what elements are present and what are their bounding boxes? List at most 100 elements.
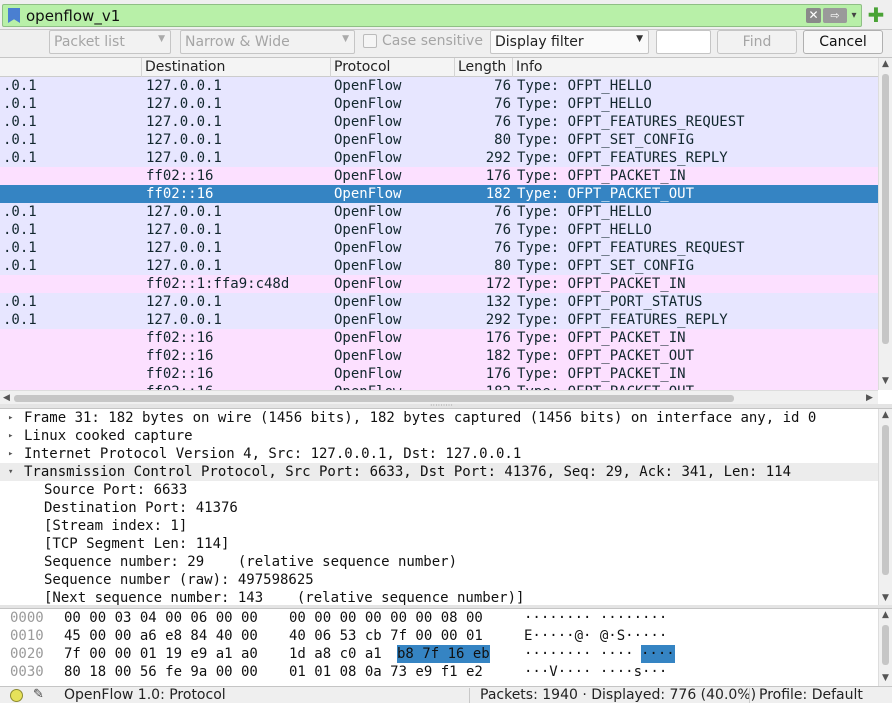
cell-length: 76	[494, 204, 511, 220]
details-tree-item[interactable]: ▾ Transmission Control Protocol, Src Port…	[0, 463, 892, 481]
cell-destination: 127.0.0.1	[146, 240, 222, 256]
hexdump-ascii: ···V···· ····s···	[524, 664, 668, 680]
filter-bookmark-icon[interactable]	[8, 8, 20, 23]
case-sensitive-checkbox[interactable]	[363, 34, 377, 48]
table-row[interactable]: ff02::16 OpenFlow 182 Type: OFPT_PACKET_OUT	[0, 347, 878, 365]
details-tree-item[interactable]: Sequence number: 29 (relative sequence n…	[0, 553, 892, 571]
hexdump-ascii: ········ ····	[524, 646, 634, 662]
table-row[interactable]: ff02::1:ffa9:c48d OpenFlow 172 Type: OFPT_P…	[0, 275, 878, 293]
table-row[interactable]: .0.1 127.0.0.1 OpenFlow 292 Type: OFPT_FEATU…	[0, 149, 878, 167]
scroll-up-icon[interactable]: ▲	[882, 610, 889, 620]
details-tree-item-label: Sequence number (raw): 497598625	[44, 572, 314, 588]
cell-length: 172	[485, 276, 511, 292]
scrollbar-thumb[interactable]	[882, 74, 889, 344]
cell-length: 132	[485, 294, 511, 310]
details-tree-item-label: [Next sequence number: 143 (relative seq…	[44, 590, 525, 605]
recent-filters-dropdown-icon[interactable]: ▾	[848, 7, 860, 24]
expander-closed-icon[interactable]: ▸	[8, 427, 13, 445]
details-tree-item-label: Source Port: 6633	[44, 482, 188, 498]
search-in-select[interactable]: Packet list ▼	[49, 30, 171, 54]
cell-info: Type: OFPT_PACKET_OUT	[517, 186, 695, 202]
search-type-select[interactable]: Display filter ▼	[490, 30, 649, 54]
status-profile[interactable]: Profile: Default	[759, 687, 863, 703]
table-row[interactable]: .0.1 127.0.0.1 OpenFlow 132 Type: OFPT_PORT_…	[0, 293, 878, 311]
cell-protocol: OpenFlow	[334, 240, 402, 256]
find-search-input[interactable]	[656, 30, 711, 54]
scroll-up-icon[interactable]: ▲	[882, 410, 889, 420]
expander-closed-icon[interactable]: ▸	[8, 445, 13, 463]
hexdump-bytes: 00 00 00 00 00 00 08 00	[289, 610, 483, 626]
cell-destination: 127.0.0.1	[146, 258, 222, 274]
status-divider	[469, 688, 470, 703]
hexdump-row[interactable]: 0030 80 18 00 56 fe 9a 00 00 01 01 08 0a 7…	[0, 663, 892, 681]
table-row[interactable]: ff02::16 OpenFlow 176 Type: OFPT_PACKET_IN	[0, 365, 878, 383]
table-row[interactable]: .0.1 127.0.0.1 OpenFlow 76 Type: OFPT_FEATUR…	[0, 239, 878, 257]
hexdump-row[interactable]: 0010 45 00 00 a6 e8 84 40 00 40 06 53 cb 7…	[0, 627, 892, 645]
scroll-down-icon[interactable]: ▼	[882, 593, 889, 603]
cell-protocol: OpenFlow	[334, 258, 402, 274]
details-tree-item[interactable]: [Next sequence number: 143 (relative seq…	[0, 589, 892, 605]
column-header-source[interactable]	[0, 58, 142, 77]
add-filter-button-icon[interactable]: ✚	[866, 5, 886, 25]
table-row[interactable]: .0.1 127.0.0.1 OpenFlow 80 Type: OFPT_SET_CO…	[0, 257, 878, 275]
cell-destination: 127.0.0.1	[146, 294, 222, 310]
column-header-protocol[interactable]: Protocol	[331, 58, 455, 77]
details-tree-item[interactable]: Sequence number (raw): 497598625	[0, 571, 892, 589]
table-row-selected[interactable]: ff02::16 OpenFlow 182 Type: OFPT_PACKET_OUT	[0, 185, 878, 203]
cell-source: .0.1	[3, 132, 37, 148]
table-row[interactable]: .0.1 127.0.0.1 OpenFlow 76 Type: OFPT_HELLO	[0, 203, 878, 221]
cancel-button[interactable]: Cancel	[803, 30, 883, 54]
table-row[interactable]: ff02::16 OpenFlow 176 Type: OFPT_PACKET_IN	[0, 167, 878, 185]
table-row[interactable]: ff02::16 OpenFlow 176 Type: OFPT_PACKET_IN	[0, 329, 878, 347]
clear-filter-icon[interactable]: ✕	[806, 8, 821, 23]
packet-list-vertical-scrollbar[interactable]: ▲ ▼	[878, 58, 892, 390]
details-vertical-scrollbar[interactable]: ▲ ▼	[878, 409, 892, 605]
expert-info-led-icon[interactable]	[10, 689, 23, 702]
table-row[interactable]: .0.1 127.0.0.1 OpenFlow 76 Type: OFPT_HELLO	[0, 221, 878, 239]
bytes-vertical-scrollbar[interactable]: ▲ ▼	[878, 609, 892, 686]
table-row[interactable]: ff02::16 OpenFlow 182 Type: OFPT_PACKET_OUT	[0, 383, 878, 390]
scrollbar-thumb[interactable]	[882, 425, 889, 575]
hexdump-row[interactable]: 0020 7f 00 00 01 19 e9 a1 a0 1d a8 c0 a1 b…	[0, 645, 892, 663]
table-row[interactable]: .0.1 127.0.0.1 OpenFlow 80 Type: OFPT_SET_CO…	[0, 131, 878, 149]
column-header-info[interactable]: Info	[513, 58, 878, 77]
table-row[interactable]: .0.1 127.0.0.1 OpenFlow 76 Type: OFPT_FEATUR…	[0, 113, 878, 131]
details-tree-item[interactable]: ▸ Linux cooked capture	[0, 427, 892, 445]
cell-length: 176	[485, 168, 511, 184]
scroll-down-icon[interactable]: ▼	[882, 673, 889, 683]
cell-protocol: OpenFlow	[334, 222, 402, 238]
hexdump-row[interactable]: 0000 00 00 03 04 00 06 00 00 00 00 00 00 0…	[0, 609, 892, 627]
cell-info: Type: OFPT_PACKET_IN	[517, 366, 686, 382]
scroll-right-icon[interactable]: ▶	[866, 393, 873, 403]
table-row[interactable]: .0.1 127.0.0.1 OpenFlow 76 Type: OFPT_HELLO	[0, 95, 878, 113]
scroll-left-icon[interactable]: ◀	[3, 393, 10, 403]
cell-protocol: OpenFlow	[334, 204, 402, 220]
details-tree-item[interactable]: [Stream index: 1]	[0, 517, 892, 535]
apply-filter-icon[interactable]: ⇨	[823, 8, 847, 23]
char-width-select[interactable]: Narrow & Wide ▼	[180, 30, 355, 54]
column-header-destination[interactable]: Destination	[142, 58, 331, 77]
hexdump-bytes: 80 18 00 56 fe 9a 00 00	[64, 664, 258, 680]
cell-length: 182	[485, 348, 511, 364]
details-tree-item[interactable]: ▸ Frame 31: 182 bytes on wire (1456 bits)…	[0, 409, 892, 427]
details-tree-item[interactable]: ▸ Internet Protocol Version 4, Src: 127.0…	[0, 445, 892, 463]
scroll-up-icon[interactable]: ▲	[882, 59, 889, 69]
display-filter-text[interactable]: openflow_v1	[26, 7, 120, 25]
table-row[interactable]: .0.1 127.0.0.1 OpenFlow 76 Type: OFPT_HELLO	[0, 77, 878, 95]
cell-info: Type: OFPT_HELLO	[517, 204, 652, 220]
scrollbar-thumb[interactable]	[14, 395, 734, 402]
details-tree-item[interactable]: [TCP Segment Len: 114]	[0, 535, 892, 553]
expander-closed-icon[interactable]: ▸	[8, 409, 13, 427]
details-tree-item[interactable]: Destination Port: 41376	[0, 499, 892, 517]
scroll-down-icon[interactable]: ▼	[882, 376, 889, 386]
details-tree-item-label: [Stream index: 1]	[44, 518, 188, 534]
status-divider	[749, 688, 750, 703]
expander-open-icon[interactable]: ▾	[8, 463, 13, 481]
table-row[interactable]: .0.1 127.0.0.1 OpenFlow 292 Type: OFPT_FEATU…	[0, 311, 878, 329]
scrollbar-thumb[interactable]	[882, 625, 889, 665]
display-filter-input[interactable]: openflow_v1 ✕ ⇨ ▾	[2, 4, 862, 27]
column-header-length[interactable]: Length	[455, 58, 513, 77]
find-button[interactable]: Find	[717, 30, 797, 54]
edit-comment-icon[interactable]: ✎	[33, 687, 44, 702]
details-tree-item[interactable]: Source Port: 6633	[0, 481, 892, 499]
